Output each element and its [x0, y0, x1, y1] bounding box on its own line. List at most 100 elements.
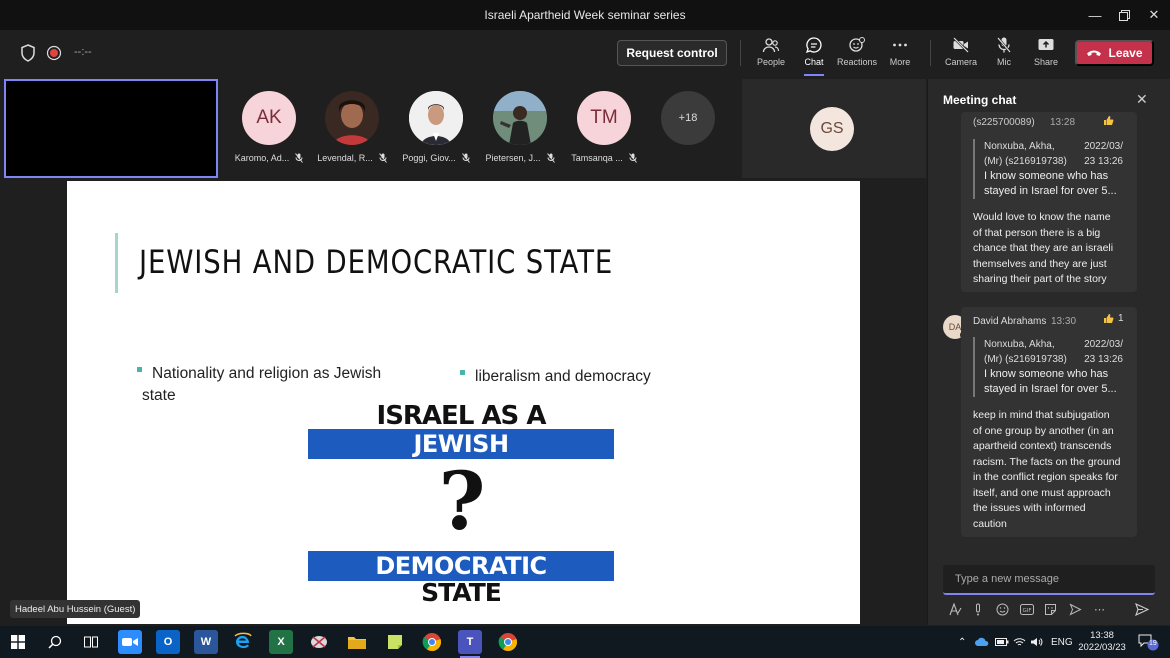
- share-label: Share: [1033, 57, 1059, 67]
- participant-tile[interactable]: TM Tamsanqa ...: [571, 91, 637, 163]
- camera-off-icon: [953, 37, 969, 53]
- language-indicator[interactable]: ENG: [1051, 626, 1073, 658]
- clock-time: 13:38: [1090, 630, 1114, 641]
- spotlight-participant-tile[interactable]: GS: [742, 79, 926, 178]
- participant-name: Tamsanqa ...: [571, 153, 623, 163]
- mic-button[interactable]: Mic: [982, 36, 1026, 74]
- bullet-text: liberalism and democracy: [475, 368, 651, 385]
- message-line: keep in mind that subjugation: [973, 409, 1110, 421]
- message-line: caution: [973, 517, 1007, 530]
- message-line: the issues with informed: [973, 502, 1086, 514]
- minimize-icon[interactable]: —: [1080, 0, 1110, 30]
- message-line: apartheid context) transcends: [973, 440, 1112, 452]
- reaction-like[interactable]: [1103, 115, 1114, 126]
- avatar-photo: [493, 91, 547, 145]
- participant-tile[interactable]: AK Karomo, Ad...: [234, 91, 304, 163]
- internet-explorer-icon[interactable]: [231, 630, 255, 654]
- message-time: 13:30: [1051, 316, 1077, 327]
- gif-icon[interactable]: GIF: [1020, 600, 1034, 618]
- important-icon[interactable]: [974, 600, 982, 618]
- message-author-id: (s225700089): [973, 117, 1035, 128]
- windows-taskbar: O W X T ⌃ ENG 13:38 2022/03/23 19: [0, 626, 1170, 658]
- format-icon[interactable]: [949, 600, 962, 618]
- more-label: More: [889, 57, 911, 67]
- message-line: in the conflict region speaks for: [973, 471, 1118, 483]
- search-icon[interactable]: [43, 630, 67, 654]
- tray-overflow-icon[interactable]: ⌃: [958, 626, 966, 658]
- send-icon[interactable]: [1135, 600, 1149, 618]
- emoji-icon[interactable]: [996, 600, 1009, 618]
- mic-muted-icon: [461, 153, 470, 163]
- chat-label: Chat: [804, 57, 824, 67]
- windows-start-icon[interactable]: [6, 630, 30, 654]
- meeting-toolbar: --:-- Request control People Chat Reacti…: [0, 30, 1170, 76]
- zoom-app-icon[interactable]: [118, 630, 142, 654]
- mic-muted-icon: [295, 153, 304, 163]
- share-button[interactable]: Share: [1024, 36, 1068, 74]
- message-author: David Abrahams: [973, 316, 1047, 327]
- participant-tile[interactable]: Levendal, R...: [317, 91, 387, 163]
- message-line: itself, and one must approach: [973, 486, 1111, 499]
- file-explorer-icon[interactable]: [345, 630, 369, 654]
- wifi-icon[interactable]: [1013, 626, 1026, 658]
- chat-panel-title: Meeting chat: [943, 93, 1017, 107]
- leave-label: Leave: [1108, 46, 1143, 60]
- chat-button[interactable]: Chat: [792, 36, 836, 76]
- chrome-app-icon[interactable]: [496, 630, 520, 654]
- self-video-tile[interactable]: [4, 79, 218, 178]
- close-icon[interactable]: ✕: [1136, 91, 1148, 108]
- volume-icon[interactable]: [1030, 626, 1043, 658]
- phone-hangup-icon: [1087, 50, 1102, 56]
- people-icon: [762, 38, 780, 53]
- participant-name: Karomo, Ad...: [234, 153, 290, 163]
- slide-bullet: liberalism and democracy: [460, 366, 651, 388]
- participant-tile[interactable]: Pietersen, J...: [485, 91, 555, 163]
- recording-icon: [46, 45, 62, 66]
- toolbar-divider: [930, 40, 931, 66]
- onedrive-icon[interactable]: [975, 626, 989, 658]
- quote-author-id: (Mr) (s216919738): [984, 156, 1067, 167]
- task-view-icon[interactable]: [79, 630, 103, 654]
- camera-button[interactable]: Camera: [939, 36, 983, 74]
- reaction-like[interactable]: 1: [1103, 313, 1124, 324]
- excel-app-icon[interactable]: X: [269, 630, 293, 654]
- compose-input[interactable]: [943, 565, 1155, 593]
- battery-icon[interactable]: [995, 626, 1009, 658]
- close-window-icon[interactable]: ✕: [1139, 0, 1169, 30]
- request-control-button[interactable]: Request control: [617, 40, 727, 66]
- compose-box[interactable]: [943, 565, 1155, 595]
- sticker-icon[interactable]: [1044, 600, 1057, 618]
- more-button[interactable]: More: [878, 36, 922, 74]
- schedule-send-icon[interactable]: [1069, 600, 1082, 618]
- participant-name-row: Levendal, R...: [317, 153, 387, 163]
- reactions-icon: [849, 37, 865, 52]
- word-app-icon[interactable]: W: [194, 630, 218, 654]
- reactions-button[interactable]: Reactions: [835, 36, 879, 74]
- participant-name: Pietersen, J...: [485, 153, 541, 163]
- outlook-app-icon[interactable]: O: [156, 630, 180, 654]
- more-participants-button[interactable]: +18: [661, 91, 715, 145]
- leave-button[interactable]: Leave: [1075, 40, 1154, 66]
- slide-accent-bar: [115, 233, 118, 293]
- more-options-icon[interactable]: ⋯: [1094, 600, 1105, 618]
- notifications-icon[interactable]: 19: [1138, 626, 1160, 658]
- mic-muted-icon: [628, 153, 637, 163]
- message-body: keep in mind that subjugation of one gro…: [973, 408, 1128, 532]
- people-label: People: [756, 57, 786, 67]
- sticky-notes-icon[interactable]: [383, 630, 407, 654]
- teams-app-icon[interactable]: T: [458, 630, 482, 658]
- quoted-reply[interactable]: Nonxuba, Akha, 2022/03/ (Mr) (s216919738)…: [973, 337, 1123, 397]
- graphic-question-mark: ?: [438, 454, 486, 548]
- quote-date: 2022/03/: [1084, 339, 1123, 350]
- participant-tile[interactable]: Poggi, Giov...: [402, 91, 470, 163]
- people-button[interactable]: People: [749, 36, 793, 74]
- quote-text: I know someone who has: [984, 170, 1109, 182]
- shield-icon[interactable]: [20, 44, 36, 67]
- system-clock[interactable]: 13:38 2022/03/23: [1077, 630, 1127, 654]
- quoted-reply[interactable]: Nonxuba, Akha, 2022/03/ (Mr) (s216919738)…: [973, 139, 1123, 199]
- restore-icon[interactable]: [1109, 0, 1139, 30]
- graphic-band-democratic: DEMOCRATIC: [308, 551, 614, 581]
- message-line: of one group by another (in an: [973, 424, 1114, 437]
- snipping-tool-icon[interactable]: [307, 630, 331, 654]
- chrome-app-icon[interactable]: [420, 630, 444, 654]
